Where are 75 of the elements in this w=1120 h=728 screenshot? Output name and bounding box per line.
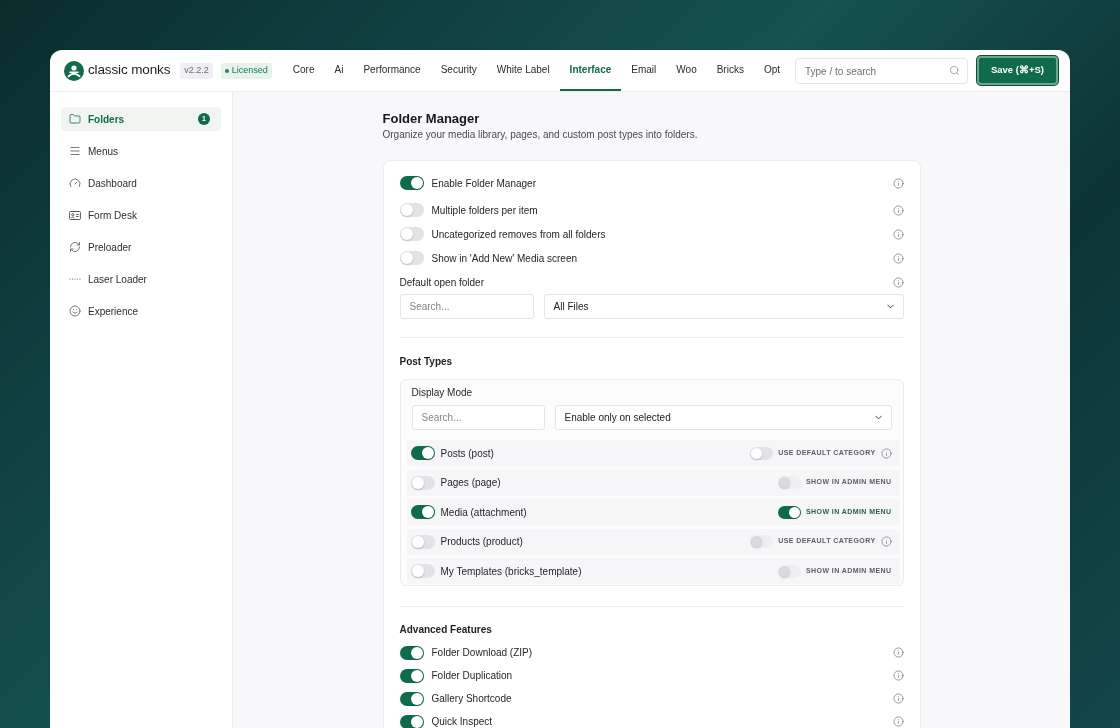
select-dropdown[interactable]: All Files — [543, 294, 904, 319]
toggle-switch[interactable] — [399, 645, 424, 660]
info-icon[interactable] — [892, 693, 904, 704]
setting-label: Folder Duplication — [431, 669, 513, 683]
info-icon[interactable] — [892, 276, 904, 288]
nav-tab[interactable]: Opt — [753, 50, 791, 91]
sidebar-item[interactable]: Dashboard — [61, 171, 221, 195]
toggle-switch[interactable] — [399, 714, 424, 728]
toggle-switch[interactable] — [410, 505, 435, 519]
setting-label: Quick Inspect — [431, 715, 493, 728]
nav-tab[interactable]: White Label — [486, 50, 560, 91]
sidebar-item[interactable]: Menus — [61, 139, 221, 163]
smile-icon — [69, 305, 81, 317]
id-card-icon — [69, 210, 81, 220]
refresh-icon — [69, 241, 81, 253]
setting-label: Multiple folders per item — [431, 203, 538, 218]
toggle-switch[interactable] — [410, 446, 435, 460]
post-type-label: Products (product) — [440, 535, 523, 549]
info-icon[interactable] — [892, 252, 904, 264]
menu-icon — [69, 145, 81, 157]
save-button[interactable]: Save (⌘+S) — [977, 56, 1058, 85]
section-heading: Advanced Features — [399, 623, 493, 637]
nav-tab[interactable]: Security — [430, 50, 487, 91]
page-subtitle: Organize your media library, pages, and custom post types into folders. — [382, 128, 699, 142]
search-field[interactable]: Search... — [411, 405, 545, 430]
info-icon[interactable] — [892, 670, 904, 681]
nav-tab[interactable]: Bricks — [706, 50, 754, 91]
dotted-line-icon — [69, 278, 81, 280]
folder-icon — [69, 113, 81, 125]
info-icon[interactable] — [892, 204, 904, 216]
sidebar-item[interactable]: Form Desk — [61, 203, 221, 227]
search-field[interactable]: Search... — [399, 294, 534, 319]
nav-tab[interactable]: Ai — [324, 50, 354, 91]
nav-tab[interactable]: Core — [282, 50, 325, 91]
toggle-switch[interactable] — [750, 446, 774, 460]
sidebar-item[interactable]: Laser Loader — [61, 267, 221, 291]
toggle-switch[interactable] — [399, 691, 424, 706]
toggle-switch[interactable] — [778, 505, 802, 519]
setting-label: Enable Folder Manager — [431, 176, 536, 191]
section-heading: Post Types — [399, 355, 454, 369]
setting-label: Uncategorized removes from all folders — [431, 227, 606, 242]
toggle-switch[interactable] — [399, 203, 424, 217]
nav-tab[interactable]: Woo — [666, 50, 707, 91]
logo-text: classic monks — [88, 61, 171, 80]
gauge-icon — [69, 177, 81, 189]
setting-label: Folder Download (ZIP) — [431, 646, 533, 660]
info-icon[interactable] — [892, 647, 904, 658]
toggle-switch[interactable] — [399, 176, 424, 190]
toggle-switch[interactable] — [399, 668, 424, 683]
setting-label: Gallery Shortcode — [431, 692, 512, 706]
setting-label: Show in 'Add New' Media screen — [431, 251, 578, 266]
sidebar-item[interactable]: Experience — [61, 299, 221, 323]
page-title: Folder Manager — [382, 111, 481, 127]
toggle-switch[interactable] — [410, 534, 435, 549]
info-icon[interactable] — [892, 716, 904, 727]
info-icon[interactable] — [892, 177, 904, 189]
toggle-switch[interactable] — [399, 227, 424, 241]
logo-icon — [64, 60, 84, 81]
search-icon — [949, 65, 960, 76]
select-dropdown[interactable]: Enable only on selected — [554, 405, 892, 430]
post-type-label: My Templates (bricks_template) — [440, 564, 582, 579]
version-badge: v2.2.2 — [180, 62, 213, 79]
nav-tab[interactable]: Email — [621, 50, 667, 91]
license-label: Licensed — [231, 63, 268, 77]
post-type-label: Pages (page) — [440, 476, 501, 490]
toggle-switch[interactable] — [399, 251, 424, 265]
post-type-label: Media (attachment) — [440, 505, 527, 520]
post-type-label: Posts (post) — [440, 446, 494, 461]
search-field[interactable]: Type / to search — [795, 58, 968, 84]
field-label: Display Mode — [411, 386, 474, 400]
info-icon[interactable] — [892, 228, 904, 240]
sidebar-item[interactable]: Preloader — [61, 235, 221, 259]
nav-tab[interactable]: Performance — [353, 50, 431, 91]
field-label: Default open folder — [399, 275, 484, 290]
info-icon[interactable] — [880, 447, 892, 459]
